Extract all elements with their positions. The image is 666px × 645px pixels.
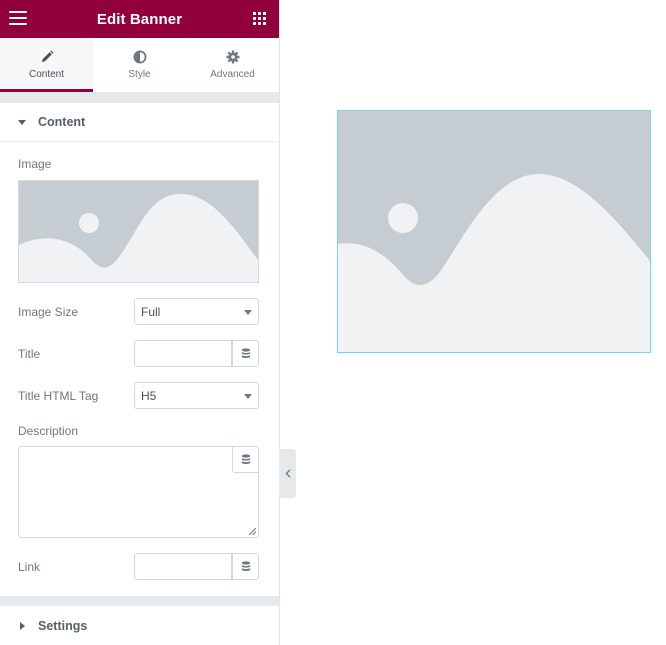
database-icon	[241, 454, 250, 464]
editor-panel: Edit Banner Content Style Advanced Conte…	[0, 0, 279, 645]
placeholder-image-icon	[19, 181, 258, 282]
tab-advanced[interactable]: Advanced	[186, 38, 279, 92]
image-label: Image	[18, 157, 52, 171]
tab-style[interactable]: Style	[93, 38, 186, 92]
content-section-header[interactable]: Content	[0, 103, 279, 142]
title-label: Title	[18, 347, 41, 361]
description-label: Description	[18, 424, 79, 438]
title-tag-label: Title HTML Tag	[18, 389, 99, 403]
chevron-left-icon	[284, 469, 290, 478]
settings-section-title: Settings	[38, 618, 88, 633]
section-gap	[0, 597, 279, 606]
panel-divider	[279, 0, 280, 645]
tab-style-label: Style	[128, 69, 151, 80]
image-size-label: Image Size	[18, 305, 79, 319]
image-size-row: Image Size Full	[18, 298, 259, 326]
hamburger-icon[interactable]	[9, 11, 27, 27]
description-textarea[interactable]	[18, 446, 259, 538]
panel-tabs: Content Style Advanced	[0, 38, 279, 93]
link-label: Link	[18, 560, 41, 574]
title-input[interactable]	[134, 340, 232, 367]
resize-handle-icon[interactable]	[249, 528, 256, 535]
collapse-panel-button[interactable]	[279, 449, 296, 498]
image-size-select[interactable]: Full	[134, 298, 259, 325]
panel-header: Edit Banner	[0, 0, 279, 38]
image-picker[interactable]	[18, 180, 259, 283]
gear-icon	[226, 50, 239, 64]
title-tag-value: H5	[141, 389, 157, 403]
database-icon	[241, 561, 250, 571]
placeholder-image-icon	[338, 111, 650, 352]
caret-down-icon	[18, 119, 26, 125]
image-size-value: Full	[141, 305, 161, 319]
caret-right-icon	[20, 621, 25, 630]
half-circle-icon	[133, 50, 146, 64]
tab-content-label: Content	[28, 69, 65, 80]
title-tag-select[interactable]: H5	[134, 382, 259, 409]
content-section-body: Image Image Size Full Title Title HTML T…	[0, 142, 279, 596]
database-icon	[241, 348, 250, 358]
title-tag-row: Title HTML Tag H5	[18, 382, 259, 410]
pencil-icon	[41, 50, 53, 62]
description-dynamic-tags-button[interactable]	[232, 446, 259, 473]
panel-title: Edit Banner	[96, 10, 183, 28]
dropdown-arrow-icon	[244, 394, 252, 399]
grid-icon[interactable]	[253, 12, 266, 25]
link-input[interactable]	[134, 553, 232, 580]
tab-content[interactable]: Content	[0, 38, 93, 92]
link-row: Link	[18, 553, 259, 581]
settings-section-header[interactable]: Settings	[0, 606, 279, 645]
banner-preview-image[interactable]	[337, 110, 651, 353]
content-section-title: Content	[38, 115, 86, 129]
link-dynamic-tags-button[interactable]	[232, 553, 259, 580]
section-gap	[0, 93, 279, 103]
title-dynamic-tags-button[interactable]	[232, 340, 259, 367]
title-row: Title	[18, 340, 259, 368]
tab-advanced-label: Advanced	[210, 69, 255, 80]
dropdown-arrow-icon	[244, 310, 252, 315]
